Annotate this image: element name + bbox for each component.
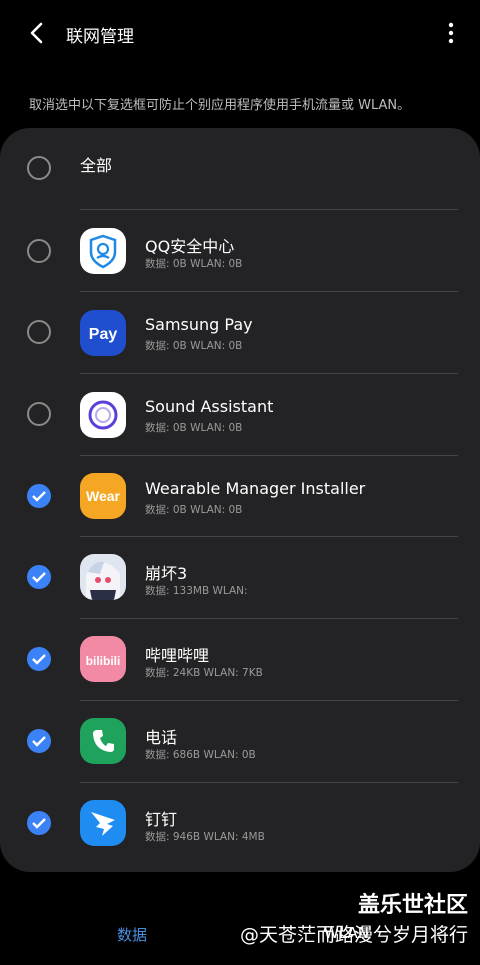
app-row[interactable]: 崩坏3 数据: 133MB WLAN:: [0, 537, 480, 618]
app-row[interactable]: 电话 数据: 686B WLAN: 0B: [0, 701, 480, 782]
app-row[interactable]: Sound Assistant 数据: 0B WLAN: 0B: [0, 374, 480, 455]
app-checkbox[interactable]: [27, 811, 51, 835]
app-checkbox[interactable]: [27, 647, 51, 671]
app-usage: 数据: 686B WLAN: 0B: [145, 749, 256, 761]
svg-text:bilibili: bilibili: [86, 654, 121, 668]
app-name: 哔哩哔哩: [145, 646, 210, 665]
svg-text:Pay: Pay: [89, 326, 118, 343]
samsung-pay-icon: Pay: [80, 310, 126, 356]
app-usage: 数据: 133MB WLAN:: [145, 585, 248, 597]
app-checkbox[interactable]: [27, 239, 51, 263]
qq-security-icon: [80, 228, 126, 274]
more-options-icon[interactable]: [446, 20, 456, 46]
select-all-label: 全部: [80, 156, 113, 175]
app-list-card: 全部 QQ安全中心 数据: 0B WLAN: 0B Pay Samsung Pa…: [0, 128, 480, 872]
bilibili-icon: bilibili: [80, 636, 126, 682]
app-checkbox[interactable]: [27, 729, 51, 753]
wear-icon: Wear: [80, 473, 126, 519]
app-name: 钉钉: [145, 810, 178, 829]
watermark-title: 盖乐世社区: [357, 893, 468, 918]
app-usage: 数据: 946B WLAN: 4MB: [145, 831, 265, 843]
description-text: 取消选中以下复选框可防止个别应用程序使用手机流量或 WLAN。: [29, 98, 411, 113]
sound-assistant-icon: [80, 392, 126, 438]
app-checkbox[interactable]: [27, 402, 51, 426]
dingtalk-icon: [80, 800, 126, 846]
app-usage: 数据: 0B WLAN: 0B: [145, 340, 243, 352]
app-row[interactable]: 钉钉 数据: 946B WLAN: 4MB: [0, 783, 480, 864]
phone-icon: [80, 718, 126, 764]
app-row[interactable]: Pay Samsung Pay 数据: 0B WLAN: 0B: [0, 292, 480, 373]
app-bar: 联网管理: [0, 0, 480, 66]
app-usage: 数据: 0B WLAN: 0B: [145, 422, 243, 434]
app-checkbox[interactable]: [27, 565, 51, 589]
app-name: Wearable Manager Installer: [145, 479, 366, 498]
tab-data[interactable]: 数据: [117, 924, 147, 945]
app-name: Sound Assistant: [145, 397, 274, 416]
app-name: 崩坏3: [145, 564, 188, 583]
svg-text:Wear: Wear: [86, 488, 121, 504]
app-row[interactable]: Wear Wearable Manager Installer 数据: 0B W…: [0, 456, 480, 536]
app-checkbox[interactable]: [27, 484, 51, 508]
select-all-checkbox[interactable]: [27, 156, 51, 180]
app-usage: 数据: 0B WLAN: 0B: [145, 258, 243, 270]
select-all-row[interactable]: 全部: [0, 128, 480, 209]
app-usage: 数据: 0B WLAN: 0B: [145, 504, 243, 516]
app-row[interactable]: QQ安全中心 数据: 0B WLAN: 0B: [0, 210, 480, 291]
honkai3-icon: [80, 554, 126, 600]
app-name: 电话: [145, 728, 178, 747]
app-usage: 数据: 24KB WLAN: 7KB: [145, 667, 263, 679]
watermark-author: @天苍茫而路漫兮岁月将行: [239, 924, 468, 946]
app-checkbox[interactable]: [27, 320, 51, 344]
app-name: Samsung Pay: [145, 315, 253, 334]
app-row[interactable]: bilibili 哔哩哔哩 数据: 24KB WLAN: 7KB: [0, 619, 480, 700]
app-name: QQ安全中心: [145, 237, 235, 256]
page-title: 联网管理: [66, 27, 134, 47]
back-arrow-icon[interactable]: [22, 18, 52, 48]
